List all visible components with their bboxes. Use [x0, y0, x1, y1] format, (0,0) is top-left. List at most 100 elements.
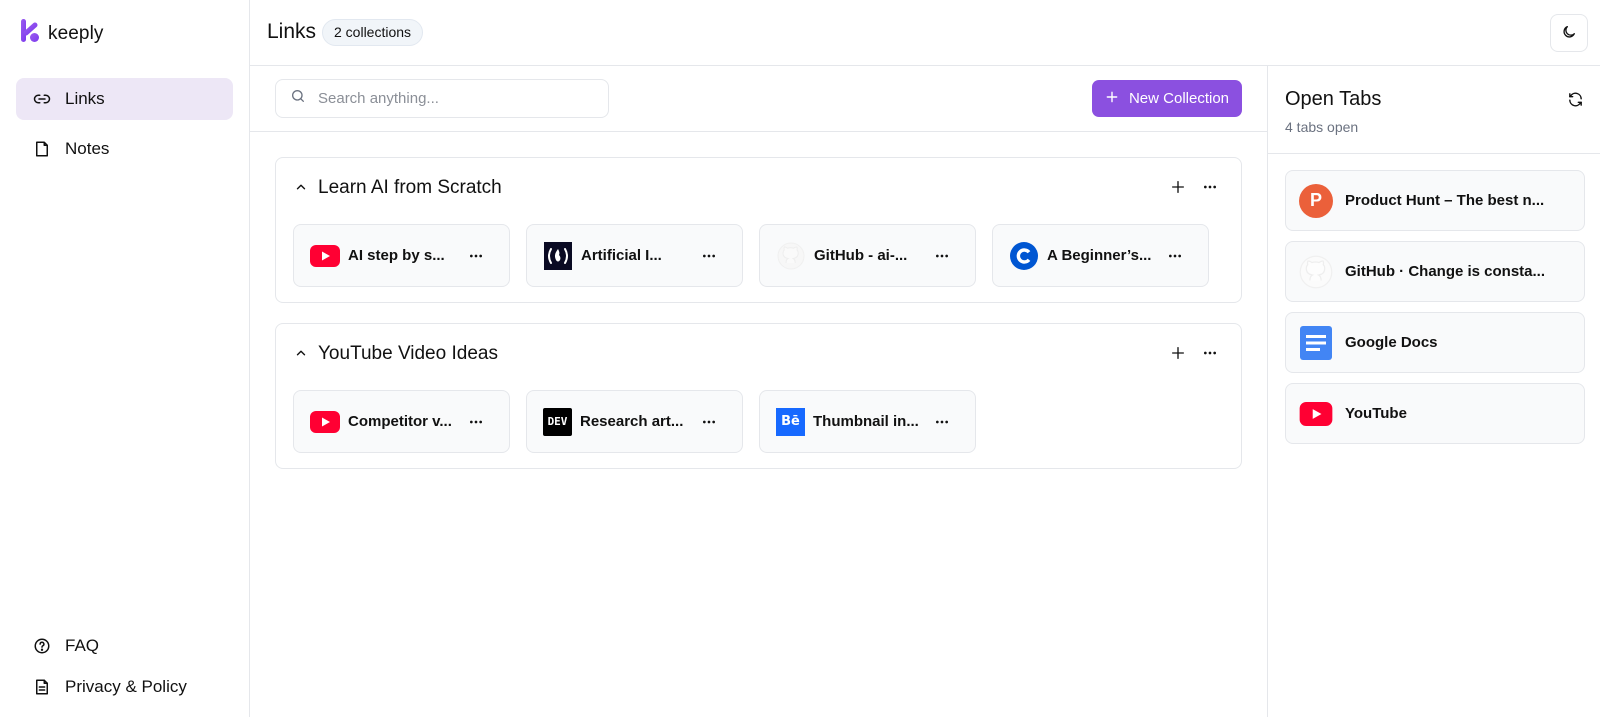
collection-links: Competitor v... DEV Research art... Bē T… — [293, 390, 976, 453]
toolbar: New Collection — [250, 66, 1268, 132]
link-title: GitHub - ai-... — [814, 247, 908, 264]
open-tab-title: GitHub · Change is consta... — [1345, 263, 1546, 280]
sidebar-item-privacy-policy[interactable]: Privacy & Policy — [16, 666, 233, 708]
youtube-icon — [1299, 397, 1333, 431]
open-tab-title: Google Docs — [1345, 334, 1438, 351]
add-link-button[interactable] — [1167, 342, 1189, 364]
link-more-button[interactable] — [931, 245, 953, 267]
link-more-button[interactable] — [698, 411, 720, 433]
open-tab-item[interactable]: Google Docs — [1285, 312, 1585, 373]
link-title: Artificial I... — [581, 247, 662, 264]
file-icon — [33, 140, 51, 158]
document-icon — [33, 678, 51, 696]
sidebar-item-label: Links — [65, 89, 105, 108]
collections-count-badge: 2 collections — [322, 19, 424, 46]
collection-title: Learn AI from Scratch — [318, 177, 502, 198]
open-tabs-header: Open Tabs 4 tabs open — [1268, 66, 1600, 154]
github-icon — [1299, 255, 1333, 289]
link-title: Research art... — [580, 413, 684, 430]
link-more-button[interactable] — [698, 245, 720, 267]
add-link-button[interactable] — [1167, 176, 1189, 198]
brand-name: keeply — [48, 22, 104, 44]
link-card[interactable]: GitHub - ai-... — [759, 224, 976, 287]
new-collection-label: New Collection — [1128, 90, 1230, 107]
chevron-up-icon[interactable] — [294, 346, 308, 360]
link-card[interactable]: Bē Thumbnail in... — [759, 390, 976, 453]
plus-icon — [1172, 347, 1184, 359]
dev-icon-text: DEV — [547, 415, 568, 428]
open-tab-item[interactable]: P Product Hunt – The best n... — [1285, 170, 1585, 231]
collection-more-button[interactable] — [1199, 176, 1221, 198]
open-tabs-panel: Open Tabs 4 tabs open P Product Hunt – T… — [1268, 66, 1600, 717]
search-box[interactable] — [275, 79, 609, 118]
google-docs-icon — [1299, 325, 1333, 360]
more-horizontal-icon — [1169, 254, 1181, 258]
behance-icon-text: Bē — [781, 414, 800, 429]
page-title: Links — [267, 20, 317, 43]
more-horizontal-icon — [936, 420, 948, 424]
link-title: Thumbnail in... — [813, 413, 919, 430]
more-horizontal-icon — [703, 254, 715, 258]
link-title: AI step by s... — [348, 247, 445, 264]
open-tabs-count: 4 tabs open — [1285, 119, 1359, 135]
collection-header: YouTube Video Ideas — [276, 324, 1241, 384]
link-more-button[interactable] — [931, 411, 953, 433]
sidebar-item-notes[interactable]: Notes — [16, 128, 233, 170]
coursera-icon — [1009, 241, 1039, 271]
open-tab-title: YouTube — [1345, 405, 1407, 422]
collection-title: YouTube Video Ideas — [318, 343, 498, 364]
search-input[interactable] — [318, 90, 598, 107]
collection-more-button[interactable] — [1199, 342, 1221, 364]
more-horizontal-icon — [470, 420, 482, 424]
brand[interactable]: keeply — [20, 18, 104, 49]
youtube-icon — [310, 407, 340, 437]
open-tab-item[interactable]: YouTube — [1285, 383, 1585, 444]
link-card[interactable]: A Beginner’s... — [992, 224, 1209, 287]
more-horizontal-icon — [936, 254, 948, 258]
sidebar: keeply Links Notes FAQ Privacy & Policy — [0, 0, 250, 717]
chevron-up-icon[interactable] — [294, 180, 308, 194]
plus-icon — [1172, 181, 1184, 193]
collection-card: YouTube Video Ideas Competitor v... DEV … — [275, 323, 1242, 469]
youtube-icon — [310, 241, 340, 271]
refresh-button[interactable] — [1564, 88, 1586, 110]
product-hunt-icon-text: P — [1309, 190, 1322, 210]
link-title: A Beginner’s... — [1047, 247, 1152, 264]
sidebar-item-faq[interactable]: FAQ — [16, 625, 233, 667]
collection-card: Learn AI from Scratch AI step by s... Ar… — [275, 157, 1242, 303]
more-horizontal-icon — [470, 254, 482, 258]
link-card[interactable]: Artificial I... — [526, 224, 743, 287]
open-tabs-title: Open Tabs — [1285, 88, 1382, 110]
link-more-button[interactable] — [465, 245, 487, 267]
link-card[interactable]: Competitor v... — [293, 390, 510, 453]
sidebar-item-label: FAQ — [65, 636, 100, 655]
more-horizontal-icon — [1204, 185, 1216, 189]
theme-toggle-button[interactable] — [1550, 14, 1588, 52]
link-card[interactable]: AI step by s... — [293, 224, 510, 287]
link-more-button[interactable] — [465, 411, 487, 433]
top-header: Links 2 collections — [250, 0, 1600, 66]
more-horizontal-icon — [1204, 351, 1216, 355]
behance-icon: Bē — [776, 407, 805, 436]
new-collection-button[interactable]: New Collection — [1092, 80, 1242, 117]
sidebar-item-links[interactable]: Links — [16, 78, 233, 120]
github-icon — [776, 241, 806, 271]
sidebar-item-label: Notes — [65, 139, 110, 158]
plus-icon — [1105, 90, 1119, 108]
freecodecamp-icon — [543, 241, 573, 271]
more-horizontal-icon — [703, 420, 715, 424]
keeply-logo-icon — [20, 18, 40, 49]
open-tab-item[interactable]: GitHub · Change is consta... — [1285, 241, 1585, 302]
search-icon — [290, 88, 306, 109]
sidebar-item-label: Privacy & Policy — [65, 677, 187, 696]
refresh-icon — [1568, 92, 1582, 106]
link-icon — [33, 90, 51, 108]
dev-icon: DEV — [543, 407, 572, 436]
link-more-button[interactable] — [1164, 245, 1186, 267]
link-title: Competitor v... — [348, 413, 452, 430]
link-card[interactable]: DEV Research art... — [526, 390, 743, 453]
main-content: New Collection Learn AI from Scratch AI … — [250, 66, 1268, 717]
collection-links: AI step by s... Artificial I... GitHub - — [293, 224, 1209, 287]
help-circle-icon — [33, 637, 51, 655]
moon-icon — [1561, 24, 1577, 43]
